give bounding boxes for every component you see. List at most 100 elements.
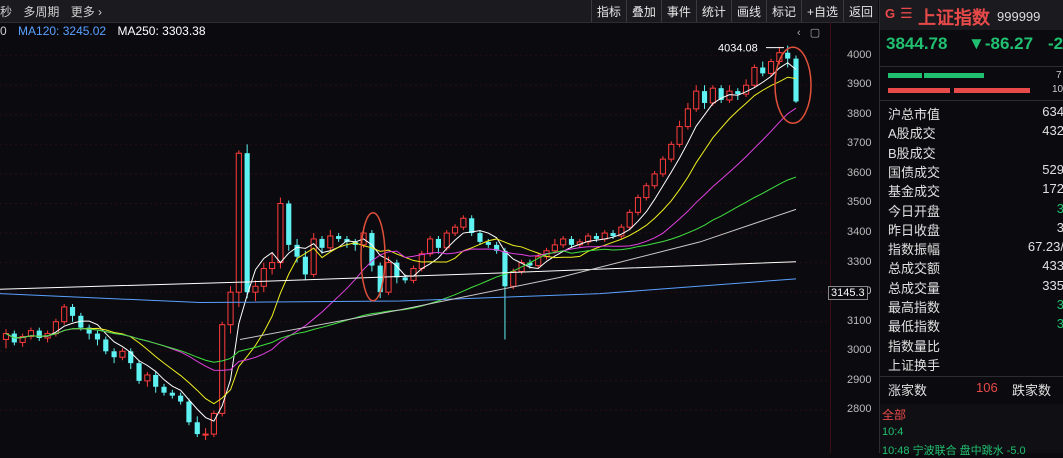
y-tick-label: 3900 bbox=[847, 78, 872, 91]
divider bbox=[880, 66, 1063, 67]
y-tick-label: 2900 bbox=[847, 373, 872, 386]
candle-body bbox=[227, 291, 234, 326]
y-tick-label: 2800 bbox=[847, 403, 872, 416]
collapse-icon[interactable]: ‹ bbox=[797, 27, 801, 39]
candle-body bbox=[643, 185, 650, 199]
rise-label: 涨家数 bbox=[888, 383, 928, 398]
candle-body bbox=[252, 285, 259, 293]
indicator-button[interactable]: 指标 bbox=[590, 0, 626, 22]
candle-body bbox=[767, 61, 775, 74]
candle-body bbox=[435, 238, 441, 248]
stat-value: 432 bbox=[1042, 123, 1063, 139]
y-tick-label: 3000 bbox=[847, 344, 872, 357]
candle-body bbox=[161, 386, 167, 393]
breadth-value-2: 10 bbox=[1052, 84, 1063, 95]
stat-value: 3 bbox=[1056, 219, 1063, 235]
add-watchlist-button[interactable]: +自选 bbox=[800, 0, 843, 22]
candlestick-chart[interactable]: 4034.08 bbox=[0, 22, 830, 453]
stat-label: 最低指数 bbox=[888, 319, 941, 335]
stat-label: A股成交 bbox=[888, 126, 936, 142]
candle-body bbox=[402, 277, 408, 281]
stat-row: 指数量比 bbox=[888, 336, 1063, 355]
candle-body bbox=[593, 236, 599, 239]
stat-row: 指数振幅 67.23/ bbox=[888, 239, 1063, 258]
index-price: 3844.78 bbox=[886, 34, 948, 53]
candle-body bbox=[659, 158, 667, 175]
news-item[interactable]: 10:4 bbox=[882, 426, 903, 438]
event-button[interactable]: 事件 bbox=[660, 0, 696, 22]
draw-line-button[interactable]: 画线 bbox=[730, 0, 766, 22]
breadth-row: 涨家数 106 跌家数 bbox=[888, 380, 1063, 399]
stat-row: 今日开盘 3 bbox=[888, 201, 1063, 220]
index-name: 上证指数 bbox=[918, 8, 990, 28]
ma20-line bbox=[5, 107, 797, 371]
stat-value: 3 bbox=[1056, 200, 1063, 216]
stat-row: 沪总市值 634 bbox=[888, 104, 1063, 123]
stat-label: 总成交额 bbox=[888, 261, 941, 277]
candle-body bbox=[451, 226, 459, 234]
stat-row: 昨日收盘 3 bbox=[888, 220, 1063, 239]
ma120-line bbox=[0, 278, 797, 304]
divider bbox=[880, 100, 1063, 101]
candle-body bbox=[551, 244, 558, 252]
candle-body bbox=[186, 401, 192, 423]
stat-value: 3 bbox=[1056, 316, 1063, 332]
y-tick-label: 3400 bbox=[847, 226, 872, 239]
toolbar-buttons: 指标 叠加 事件 统计 画线 标记 +自选 返回 bbox=[590, 0, 878, 22]
stat-value: 529 bbox=[1042, 161, 1063, 177]
news-item[interactable]: 10:48 宁波联合 盘中跳水 -5.0 bbox=[882, 442, 1026, 458]
multi-period-button[interactable]: 多周期 bbox=[23, 5, 59, 19]
candle-body bbox=[460, 217, 467, 228]
news-feed: 全部 10:4 10:48 宁波联合 盘中跳水 -5.0 bbox=[880, 404, 1063, 457]
overlay-button[interactable]: 叠加 bbox=[625, 0, 661, 22]
quote-panel: G ☰ 上证指数 999999 3844.78 ▼-86.27 -2 7 10 … bbox=[879, 0, 1063, 457]
candle-body bbox=[260, 268, 267, 287]
candle-body bbox=[751, 66, 758, 86]
stat-label: B股成交 bbox=[888, 145, 936, 161]
candle-body bbox=[793, 58, 799, 102]
stat-row: 基金成交 172 bbox=[888, 181, 1063, 200]
news-tab-all[interactable]: 全部 bbox=[882, 406, 906, 423]
candle-body bbox=[502, 250, 508, 287]
candle-body bbox=[709, 87, 716, 104]
stat-row: 上证换手 bbox=[888, 355, 1063, 374]
stat-row: 总成交额 433 bbox=[888, 258, 1063, 277]
candle-body bbox=[427, 238, 434, 255]
ma120-label: MA120: 3245.02 bbox=[18, 24, 107, 38]
candle-body bbox=[169, 392, 175, 396]
stat-label: 最高指数 bbox=[888, 300, 941, 315]
candle-body bbox=[119, 350, 126, 358]
stat-label: 国债成交 bbox=[888, 164, 941, 180]
candle-body bbox=[785, 52, 791, 59]
candle-body bbox=[319, 238, 325, 248]
candle-body bbox=[469, 218, 475, 234]
menu-icon[interactable]: ☰ bbox=[900, 5, 913, 22]
candle-body bbox=[327, 235, 334, 249]
chart-toolbar: 秒 多周期 更多 › 指标 叠加 事件 统计 画线 标记 +自选 返回 bbox=[0, 0, 878, 23]
more-button[interactable]: 更多 › bbox=[71, 5, 102, 19]
candle-body bbox=[735, 91, 741, 95]
stat-row: A股成交 432 bbox=[888, 123, 1063, 142]
breadth-bar-green-2 bbox=[924, 73, 984, 78]
candle-body bbox=[178, 395, 184, 402]
index-change-pct: -2 bbox=[1048, 34, 1063, 53]
candle-body bbox=[668, 143, 675, 160]
current-price-label: 3145.3 bbox=[828, 286, 868, 300]
index-code: 999999 bbox=[997, 9, 1041, 24]
stat-row: 最高指数 3 bbox=[888, 297, 1063, 316]
y-tick-label: 3700 bbox=[847, 137, 872, 150]
g-icon[interactable]: G bbox=[885, 6, 895, 21]
stat-row: 总成交量 335 bbox=[888, 278, 1063, 297]
mark-button[interactable]: 标记 bbox=[765, 0, 801, 22]
stat-label: 沪总市值 bbox=[888, 107, 941, 122]
breadth-value-1: 7 bbox=[1056, 70, 1062, 81]
candle-body bbox=[36, 330, 42, 338]
breadth-bar-green-1 bbox=[888, 73, 922, 78]
statistics-button[interactable]: 统计 bbox=[695, 0, 731, 22]
candle-body bbox=[153, 374, 159, 387]
window-icon[interactable]: ▢ bbox=[810, 27, 820, 39]
period-seconds[interactable]: 秒 bbox=[0, 5, 12, 19]
back-button[interactable]: 返回 bbox=[842, 0, 878, 22]
candle-body bbox=[626, 211, 633, 228]
ma60-ext-line bbox=[239, 208, 797, 340]
